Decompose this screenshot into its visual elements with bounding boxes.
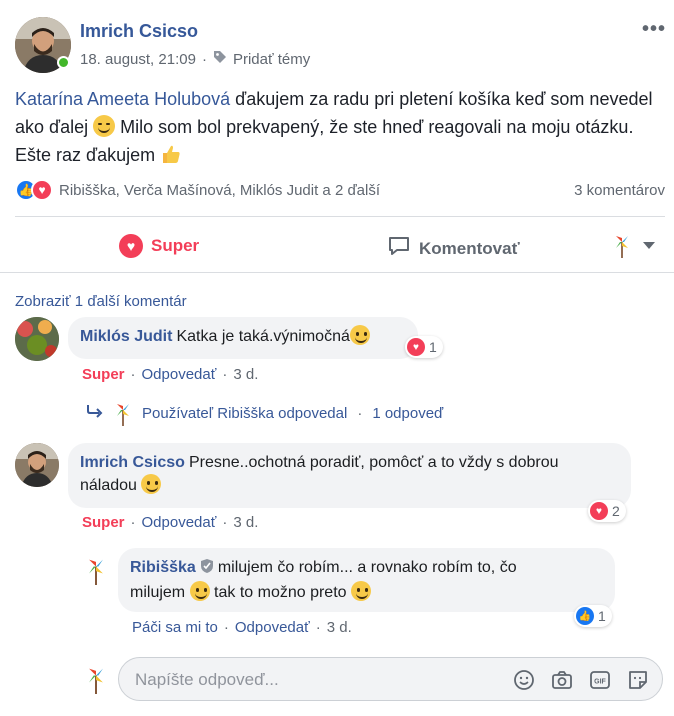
pinwheel-avatar-icon <box>616 236 628 258</box>
smiling-emoji-icon <box>351 581 371 601</box>
super-label: Super <box>151 236 200 255</box>
like-link[interactable]: Páči sa mi to <box>132 619 218 636</box>
post-mention[interactable]: Katarína Ameeta Holubová <box>15 89 230 109</box>
post-meta: 18. august, 21:09 · Pridať témy <box>80 50 310 68</box>
reply-time[interactable]: 3 d. <box>327 619 352 636</box>
love-reaction-icon: ♥ <box>590 502 608 520</box>
separator: · <box>130 514 136 531</box>
more-options-button[interactable]: ••• <box>642 18 666 41</box>
wink-emoji-icon <box>93 115 116 137</box>
sticker-icon[interactable] <box>626 668 650 692</box>
reply-author-avatar[interactable] <box>84 555 108 585</box>
reactions-summary[interactable]: 👍 ♥ Ribišška, Verča Mašínová, Miklós Jud… <box>15 178 665 202</box>
reply-line-1: Ribišška milujem čo robím... a rovnako r… <box>130 556 603 581</box>
reactors-list[interactable]: Ribišška, Verča Mašínová, Miklós Judit a… <box>59 182 380 199</box>
emoji-picker-icon[interactable] <box>512 668 536 692</box>
comment-bubble-icon <box>387 234 411 263</box>
love-reaction-icon: ♥ <box>31 179 53 201</box>
comment-actions: Super · Odpovedať · 3 d. <box>82 514 258 531</box>
chevron-down-icon <box>643 235 655 255</box>
separator: · <box>223 619 229 636</box>
love-reaction-icon: ♥ <box>407 338 425 356</box>
reply-link[interactable]: Odpovedať <box>235 619 310 636</box>
reply-reaction-badge[interactable]: 👍 1 <box>574 605 612 627</box>
reply-actions: Páči sa mi to · Odpovedať · 3 d. <box>132 619 352 636</box>
post-action-bar: ♥ Super Komentovať <box>15 228 665 264</box>
reply-line-2: milujem tak to možno preto <box>130 581 603 604</box>
reply-text-line2a: milujem <box>130 584 186 601</box>
camera-icon[interactable] <box>550 668 574 692</box>
heart-icon: ♥ <box>119 234 143 258</box>
online-status-indicator <box>57 56 70 69</box>
comment-author[interactable]: Imrich Csicso <box>80 454 185 471</box>
meta-separator: · <box>201 50 207 68</box>
comment-bubble: Miklós Judit Katka je taká.výnimočná <box>68 317 418 359</box>
separator: · <box>315 619 321 636</box>
reply-link[interactable]: Odpovedať <box>142 366 217 383</box>
thumbs-up-emoji-icon <box>160 143 182 173</box>
like-reaction-icon: 👍 <box>576 607 594 625</box>
current-user-avatar <box>89 668 103 694</box>
post-date[interactable]: 18. august, 21:09 <box>80 51 196 68</box>
post-author-name[interactable]: Imrich Csicso <box>80 21 198 42</box>
super-reaction-link[interactable]: Super <box>82 366 125 383</box>
comment-button[interactable]: Komentovať <box>387 234 520 263</box>
separator: · <box>222 366 228 383</box>
separator: · <box>130 366 136 383</box>
divider <box>15 216 665 217</box>
smiling-emoji-icon <box>349 325 370 345</box>
reply-input-box[interactable]: GIF <box>118 657 663 701</box>
reply-arrow-icon <box>86 404 104 422</box>
comment-line-1: Imrich Csicso Presne..ochotná poradiť, po… <box>80 451 619 474</box>
post-as-selector[interactable] <box>613 232 655 258</box>
comment-text: Katka je taká.výnimočná <box>176 328 350 345</box>
comment-text-line2: náladou <box>80 477 137 494</box>
separator: · <box>222 514 228 531</box>
reply-link[interactable]: Odpovedať <box>142 514 217 531</box>
comments-count[interactable]: 3 komentárov <box>574 182 665 199</box>
commenter-avatar-miklos[interactable] <box>15 317 59 361</box>
super-reaction-link[interactable]: Super <box>82 514 125 531</box>
reply-author[interactable]: Ribišška <box>130 559 196 576</box>
comment-time[interactable]: 3 d. <box>233 366 258 383</box>
reply-text-line2b: tak to možno preto <box>214 584 347 601</box>
reply-tools: GIF <box>512 668 650 692</box>
comment-time[interactable]: 3 d. <box>233 514 258 531</box>
reply-input[interactable] <box>135 669 495 691</box>
replies-text: Používateľ Ribišška odpovedal <box>142 404 348 422</box>
reply-text-line1: milujem čo robím... a rovnako robím to, … <box>217 559 517 576</box>
view-more-comments-link[interactable]: Zobraziť 1 ďalší komentár <box>15 293 187 310</box>
view-replies-link[interactable]: Používateľ Ribišška odpovedal · 1 odpove… <box>86 400 443 426</box>
commenter-avatar-imrich[interactable] <box>15 443 59 487</box>
comment-bubble: Imrich Csicso Presne..ochotná poradiť, po… <box>68 443 631 508</box>
comment-text-line1: Presne..ochotná poradiť, pomôcť a to vžd… <box>188 454 559 471</box>
comment-reaction-badge[interactable]: ♥ 1 <box>405 336 443 358</box>
reply-bubble: Ribišška milujem čo robím... a rovnako r… <box>118 548 615 612</box>
add-topics-link[interactable]: Pridať témy <box>233 51 310 68</box>
pinwheel-avatar-icon <box>117 404 129 426</box>
replies-count: 1 odpoveď <box>372 404 444 422</box>
post-body: Katarína Ameeta Holubová ďakujem za radu… <box>15 85 655 173</box>
smiling-emoji-icon <box>141 474 162 494</box>
separator: · <box>357 404 363 422</box>
comment-author[interactable]: Miklós Judit <box>80 328 172 345</box>
reaction-count: 1 <box>598 608 606 624</box>
svg-text:GIF: GIF <box>594 679 606 686</box>
comment-line-2: náladou <box>80 474 619 497</box>
super-reaction-button[interactable]: ♥ Super <box>119 234 199 258</box>
comment-actions: Super · Odpovedať · 3 d. <box>82 366 258 383</box>
reaction-count: 2 <box>612 503 620 519</box>
smiling-emoji-icon <box>189 581 210 601</box>
comment-label: Komentovať <box>419 238 520 258</box>
admin-shield-icon <box>200 558 214 581</box>
comment-reaction-badge[interactable]: ♥ 2 <box>588 500 626 522</box>
tag-icon <box>213 50 227 68</box>
gif-icon[interactable]: GIF <box>588 668 612 692</box>
reaction-count: 1 <box>429 339 437 355</box>
